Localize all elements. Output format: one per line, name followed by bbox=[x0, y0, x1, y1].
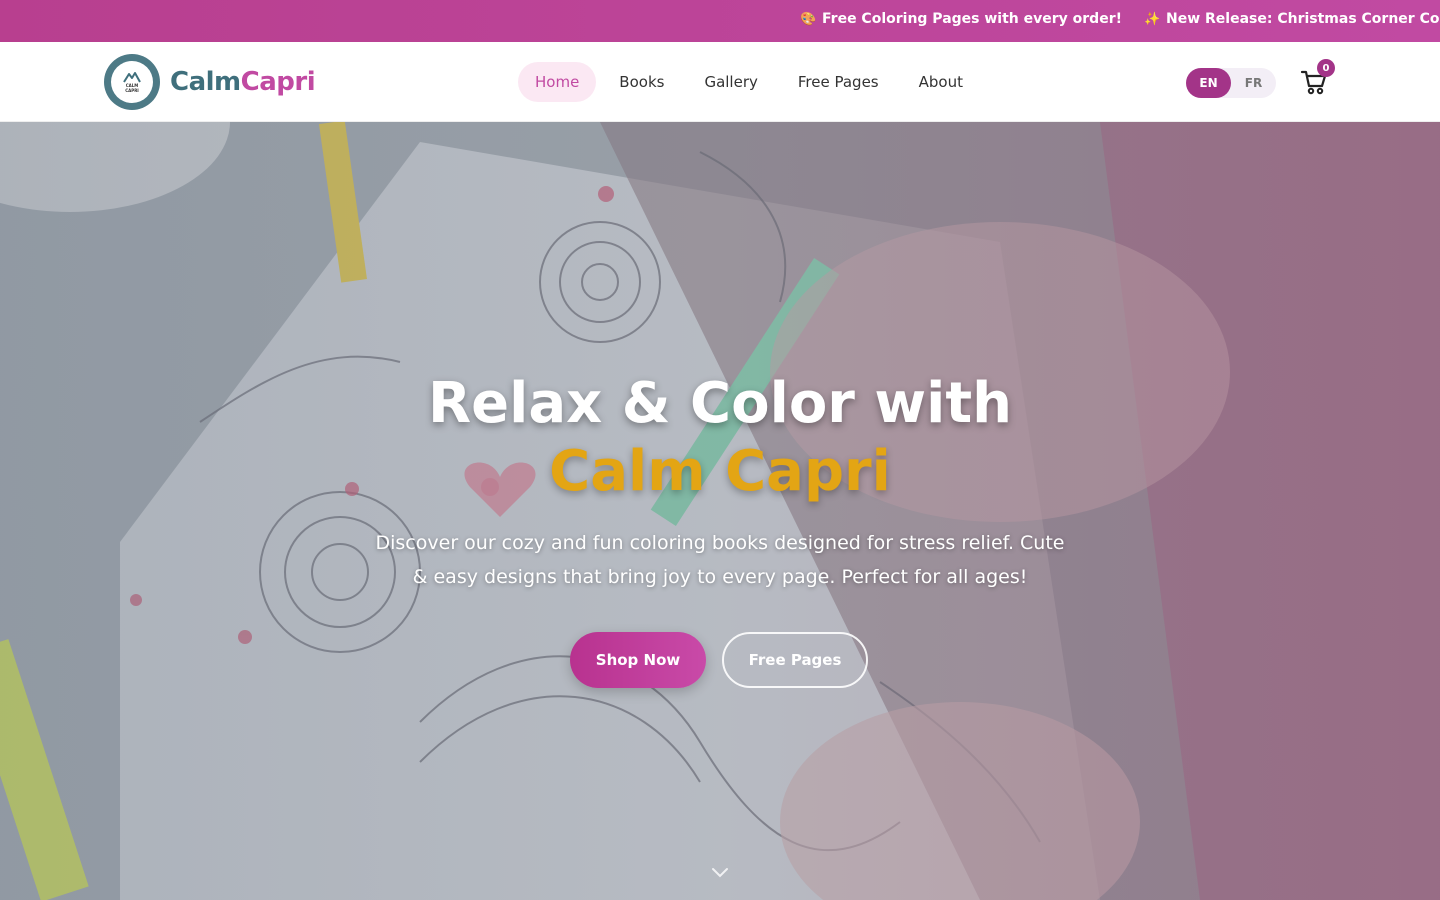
logo-link[interactable]: CALM CAPRI CalmCapri bbox=[104, 54, 316, 110]
language-option-fr[interactable]: FR bbox=[1231, 68, 1276, 98]
brand-name: CalmCapri bbox=[170, 67, 316, 97]
nav-item-free-pages[interactable]: Free Pages bbox=[781, 62, 896, 102]
cart-button[interactable]: 0 bbox=[1300, 59, 1335, 98]
site-header: CALM CAPRI CalmCapri Home Books Gallery … bbox=[0, 42, 1440, 122]
announcement-text: Free Coloring Pages with every order! bbox=[822, 11, 1122, 27]
nav-item-about[interactable]: About bbox=[902, 62, 980, 102]
nav-item-books[interactable]: Books bbox=[602, 62, 681, 102]
logo-badge: CALM CAPRI bbox=[104, 54, 160, 110]
announcement-item: ✨ New Release: Christmas Corner Coloring… bbox=[1144, 11, 1440, 27]
nav-item-gallery[interactable]: Gallery bbox=[687, 62, 774, 102]
nav-item-home[interactable]: Home bbox=[518, 62, 597, 102]
hero-subtitle: Discover our cozy and fun coloring books… bbox=[375, 532, 1065, 588]
hero-overlay bbox=[0, 122, 1440, 900]
palette-icon: 🎨 bbox=[800, 11, 817, 27]
hero-title: Relax & Color with bbox=[428, 371, 1012, 436]
sparkles-icon: ✨ bbox=[1143, 11, 1161, 27]
brand-name-part1: Calm bbox=[170, 67, 241, 97]
announcement-text: New Release: Christmas Corner Coloring B bbox=[1165, 11, 1440, 27]
announcement-track: 🎨 Free Coloring Pages with every order! … bbox=[800, 11, 1440, 27]
language-option-en[interactable]: EN bbox=[1186, 68, 1231, 98]
free-pages-button[interactable]: Free Pages bbox=[722, 632, 868, 688]
shop-now-button[interactable]: Shop Now bbox=[570, 632, 706, 688]
main-nav: Home Books Gallery Free Pages About bbox=[518, 62, 980, 102]
cart-count-badge: 0 bbox=[1317, 59, 1335, 77]
announcement-item: 🎨 Free Coloring Pages with every order! bbox=[800, 11, 1122, 27]
logo-badge-inner: CALM CAPRI bbox=[111, 61, 153, 103]
announcement-bar: 🎨 Free Coloring Pages with every order! … bbox=[0, 0, 1440, 42]
logo-badge-line2: CAPRI bbox=[125, 88, 139, 93]
hero-brand-highlight: Calm Capri bbox=[549, 439, 891, 504]
chevron-down-icon[interactable] bbox=[710, 866, 730, 880]
hero-section: Relax & Color with Calm Capri Discover o… bbox=[0, 122, 1440, 900]
language-switcher: EN FR bbox=[1186, 68, 1276, 98]
mountain-icon bbox=[123, 72, 141, 83]
brand-name-part2: Capri bbox=[240, 67, 316, 97]
